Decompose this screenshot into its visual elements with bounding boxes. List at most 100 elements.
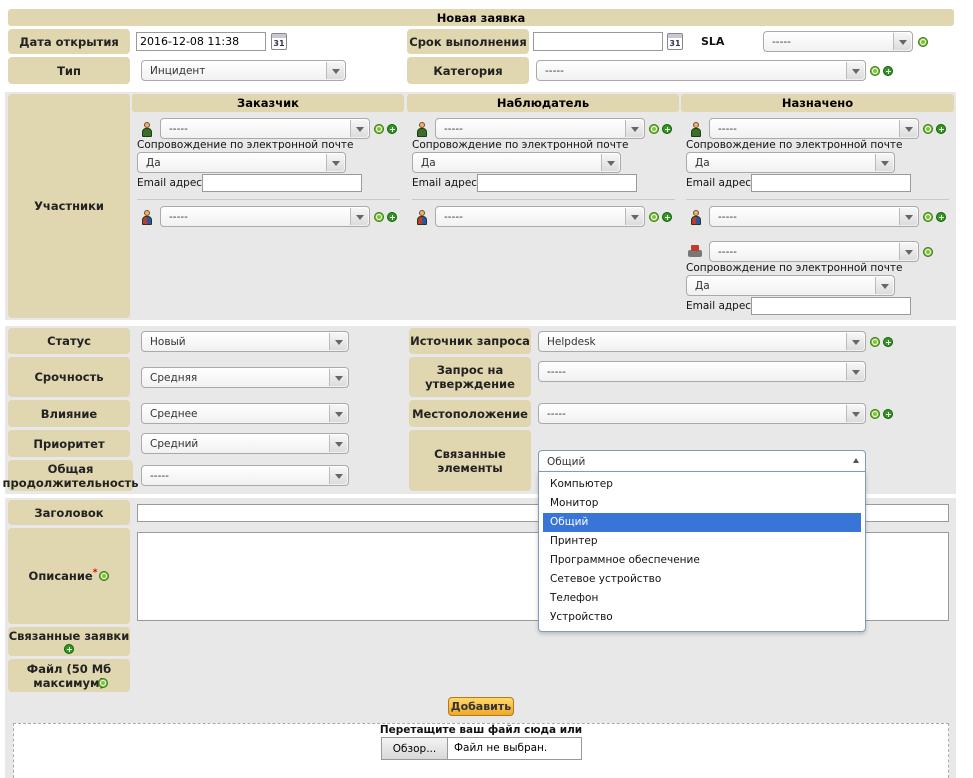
add-icon[interactable] — [64, 644, 74, 654]
requester-header: Заказчик — [132, 94, 404, 112]
sla-select[interactable]: ----- — [763, 31, 913, 52]
category-select[interactable]: ----- — [536, 60, 866, 81]
file-input[interactable]: Обзор... Файл не выбран. — [381, 737, 582, 760]
email-address-label: Email адрес: — [412, 177, 481, 189]
search-icon[interactable] — [374, 212, 384, 222]
dropdown-option[interactable]: Телефон — [543, 589, 861, 608]
dropdown-option[interactable]: Монитор — [543, 494, 861, 513]
divider — [412, 199, 675, 200]
chevron-down-icon — [329, 405, 347, 422]
supplier-followup-value: Да — [695, 280, 710, 292]
user-icon — [416, 122, 428, 137]
priority-select[interactable]: Средний — [141, 433, 349, 454]
requester-email-followup-select[interactable]: Да — [137, 152, 346, 173]
approval-value: ----- — [547, 366, 566, 378]
file-label: Файл (50 Мб максимум) — [8, 659, 130, 692]
search-icon[interactable] — [923, 247, 933, 257]
calendar-icon[interactable]: 31 — [667, 33, 683, 50]
dropdown-option[interactable]: Программное обеспечение — [543, 551, 861, 570]
chevron-down-icon — [601, 154, 619, 171]
status-label: Статус — [8, 328, 130, 354]
chevron-down-icon — [846, 62, 864, 79]
observer-email-input[interactable] — [477, 174, 637, 192]
user-icon — [690, 122, 702, 137]
observer-header: Наблюдатель — [407, 94, 679, 112]
search-icon[interactable] — [870, 337, 880, 347]
dropdown-option[interactable]: Компьютер — [543, 475, 861, 494]
assigned-user-select[interactable]: ----- — [709, 118, 919, 139]
assigned-group-value: ----- — [718, 211, 737, 223]
requester-user-select[interactable]: ----- — [160, 118, 370, 139]
open-date-input[interactable]: 2016-12-08 11:38 — [136, 32, 266, 51]
status-select[interactable]: Новый — [141, 331, 349, 352]
approval-select[interactable]: ----- — [538, 361, 866, 382]
add-icon[interactable] — [936, 212, 946, 222]
email-address-label: Email адрес: — [686, 177, 755, 189]
linked-items-select[interactable]: Общий — [538, 450, 866, 472]
observer-group-select[interactable]: ----- — [435, 206, 645, 227]
add-icon[interactable] — [883, 409, 893, 419]
search-icon[interactable] — [923, 212, 933, 222]
chevron-down-icon — [899, 120, 917, 137]
add-icon[interactable] — [387, 124, 397, 134]
dropdown-option[interactable]: Сетевое устройство — [543, 570, 861, 589]
duration-label: Общая продолжительность — [2, 460, 139, 491]
dropdown-option[interactable]: Принтер — [543, 532, 861, 551]
assigned-followup-value: Да — [695, 157, 710, 169]
search-icon[interactable] — [870, 409, 880, 419]
dropdown-option[interactable]: Устройство — [543, 608, 861, 627]
search-icon[interactable] — [99, 571, 110, 581]
urgency-value: Средняя — [150, 372, 198, 384]
browse-button[interactable]: Обзор... — [382, 738, 448, 759]
calendar-icon[interactable]: 31 — [271, 33, 287, 50]
title-label: Заголовок — [8, 500, 130, 525]
search-icon[interactable] — [374, 124, 384, 134]
email-followup-label: Сопровождение по электронной почте — [686, 262, 903, 274]
search-icon[interactable] — [649, 124, 659, 134]
add-icon[interactable] — [883, 337, 893, 347]
observer-group-value: ----- — [444, 211, 463, 223]
add-icon[interactable] — [662, 124, 672, 134]
add-button[interactable]: Добавить — [448, 697, 514, 716]
impact-label: Влияние — [8, 400, 130, 427]
source-select[interactable]: Helpdesk — [538, 331, 866, 352]
chevron-down-icon — [625, 208, 643, 225]
urgency-select[interactable]: Средняя — [141, 367, 349, 388]
impact-select[interactable]: Среднее — [141, 403, 349, 424]
dropdown-option-selected[interactable]: Общий — [543, 513, 861, 532]
search-icon[interactable] — [98, 678, 108, 688]
source-label: Источник запроса — [409, 328, 531, 354]
open-date-label: Дата открытия — [8, 29, 130, 54]
supplier-email-input[interactable] — [751, 297, 911, 315]
deadline-label: Срок выполнения — [407, 29, 529, 54]
sla-label: SLA — [701, 35, 725, 48]
email-address-label: Email адрес: — [686, 300, 755, 312]
supplier-icon — [688, 244, 703, 258]
add-icon[interactable] — [936, 124, 946, 134]
deadline-input[interactable] — [533, 32, 663, 51]
search-icon[interactable] — [649, 212, 659, 222]
category-value: ----- — [545, 65, 564, 77]
requester-group-select[interactable]: ----- — [160, 206, 370, 227]
observer-user-select[interactable]: ----- — [435, 118, 645, 139]
add-icon[interactable] — [387, 212, 397, 222]
location-select[interactable]: ----- — [538, 403, 866, 424]
assigned-group-select[interactable]: ----- — [709, 206, 919, 227]
search-icon[interactable] — [923, 124, 933, 134]
chevron-down-icon — [846, 405, 864, 422]
assigned-email-input[interactable] — [751, 174, 911, 192]
add-icon[interactable] — [883, 66, 893, 76]
observer-email-followup-select[interactable]: Да — [412, 152, 621, 173]
search-icon[interactable] — [918, 37, 928, 47]
linked-items-label: Связанные элементы — [409, 430, 531, 491]
requester-email-input[interactable] — [202, 174, 362, 192]
assigned-email-followup-select[interactable]: Да — [686, 152, 895, 173]
type-select[interactable]: Инцидент — [141, 60, 346, 81]
assigned-supplier-select[interactable]: ----- — [709, 241, 919, 262]
add-icon[interactable] — [662, 212, 672, 222]
linked-tickets-label: Связанные заявки — [8, 627, 130, 656]
supplier-email-followup-select[interactable]: Да — [686, 275, 895, 296]
duration-select[interactable]: ----- — [141, 465, 349, 486]
search-icon[interactable] — [870, 66, 880, 76]
assigned-header: Назначено — [681, 94, 954, 112]
